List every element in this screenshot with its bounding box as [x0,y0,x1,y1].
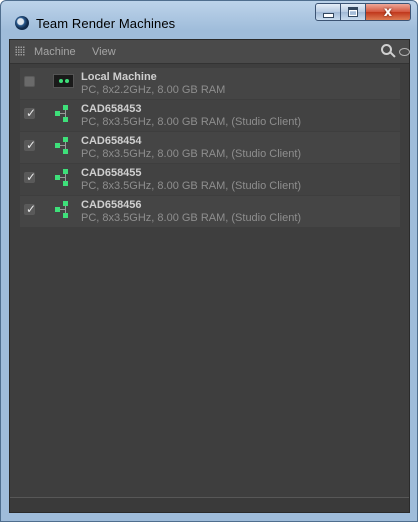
checkmark-icon: ✓ [26,170,37,184]
network-node-icon [55,137,73,155]
minimize-icon [322,13,334,18]
machine-name: CAD658453 [81,103,142,115]
title-bar[interactable]: Team Render Machines x [1,1,417,31]
list-item[interactable]: ✓ CAD658454 PC, 8x3.5GHz, 8.00 GB RAM, (… [20,132,400,163]
grip-icon[interactable] [15,46,25,56]
status-bar [10,497,409,512]
menu-bar: Machine View [10,40,410,64]
list-item[interactable]: ✓ CAD658453 PC, 8x3.5GHz, 8.00 GB RAM, (… [20,100,400,131]
machine-checkbox[interactable]: ✓ [24,138,37,152]
machine-checkbox[interactable]: ✓ [24,170,37,184]
list-item[interactable]: ✓ CAD658455 PC, 8x3.5GHz, 8.00 GB RAM, (… [20,164,400,195]
machine-name: CAD658456 [81,199,142,211]
minimize-button[interactable] [315,3,341,21]
machine-details: PC, 8x3.5GHz, 8.00 GB RAM, (Studio Clien… [81,148,302,160]
machine-details: PC, 8x2.2GHz, 8.00 GB RAM [81,84,226,96]
team-render-window: Team Render Machines x Machine View Loca… [0,0,418,522]
machines-panel: Machine View Local Machine PC, 8x2.2GHz,… [9,39,410,513]
list-item[interactable]: Local Machine PC, 8x2.2GHz, 8.00 GB RAM [20,68,400,99]
machine-checkbox[interactable] [24,76,35,87]
network-node-icon [55,201,73,219]
machine-name: CAD658454 [81,135,142,147]
network-node-icon [55,169,73,187]
machine-name: Local Machine [81,71,157,83]
menu-view[interactable]: View [92,46,116,58]
close-icon: x [383,4,393,20]
machine-checkbox[interactable]: ✓ [24,202,37,216]
list-item[interactable]: ✓ CAD658456 PC, 8x3.5GHz, 8.00 GB RAM, (… [20,196,400,227]
monitor-icon [53,74,74,88]
checkmark-icon: ✓ [26,202,37,216]
menu-machine[interactable]: Machine [34,46,76,58]
window-title: Team Render Machines [36,16,176,31]
machine-details: PC, 8x3.5GHz, 8.00 GB RAM, (Studio Clien… [81,116,302,128]
eye-icon[interactable] [399,48,410,56]
cinema4d-icon [15,16,29,30]
maximize-icon [348,7,358,17]
checkmark-icon: ✓ [26,138,37,152]
network-node-icon [55,105,73,123]
machine-name: CAD658455 [81,167,142,179]
close-button[interactable]: x [365,3,411,21]
checkmark-icon: ✓ [26,106,37,120]
search-icon[interactable] [381,44,396,58]
maximize-button[interactable] [340,3,366,21]
machine-checkbox[interactable]: ✓ [24,106,37,120]
machine-details: PC, 8x3.5GHz, 8.00 GB RAM, (Studio Clien… [81,212,302,224]
machine-list: Local Machine PC, 8x2.2GHz, 8.00 GB RAM … [20,68,400,228]
machine-details: PC, 8x3.5GHz, 8.00 GB RAM, (Studio Clien… [81,180,302,192]
